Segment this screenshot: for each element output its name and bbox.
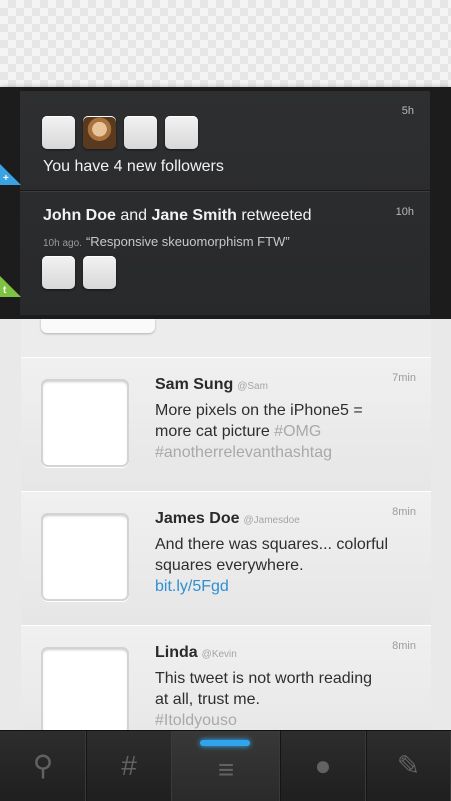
hashtag-link[interactable]: #anotherrelevanthashtag (155, 442, 415, 463)
follower-avatar[interactable] (165, 116, 198, 149)
notifications-list: 5h You have 4 new followers 10h John Doe… (20, 91, 430, 315)
tweet-body: More pixels on the iPhone5 = more cat pi… (155, 400, 415, 463)
tweet-avatar[interactable] (41, 379, 129, 467)
follower-avatar[interactable] (124, 116, 157, 149)
tweet-author[interactable]: James Doe @Jamesdoe (155, 510, 300, 528)
tweet-time: 8min (392, 506, 416, 518)
tweet-time: 8min (392, 640, 416, 652)
tab-profile[interactable]: ● (280, 731, 367, 801)
quote-meta: 10h ago. (43, 238, 82, 249)
tab-search[interactable]: ⚲ (0, 731, 87, 801)
tweet-handle[interactable]: @Kevin (202, 649, 237, 660)
notification-retweet[interactable]: 10h John Doe and Jane Smith retweeted 10… (20, 191, 430, 316)
tweet-author[interactable]: Linda @Kevin (155, 644, 237, 662)
profile-icon: ● (314, 750, 332, 781)
follower-avatar-photo[interactable] (83, 116, 116, 149)
retweeter-avatar[interactable] (42, 256, 75, 289)
conjunction: and (120, 207, 148, 224)
tweet-line: More pixels on the iPhone5 = (155, 402, 363, 419)
follow-corner-badge: + (0, 164, 21, 185)
tab-discover[interactable]: # (86, 731, 173, 801)
tab-bar: ⚲ # ≡ ● ✎ (0, 730, 451, 801)
tweet-author[interactable]: Sam Sung @Sam (155, 376, 268, 394)
notifications-panel: 5h You have 4 new followers 10h John Doe… (0, 87, 451, 319)
notification-text: John Doe and Jane Smith retweeted (43, 207, 312, 225)
tweet-avatar[interactable] (41, 513, 129, 601)
search-icon: ⚲ (32, 750, 54, 781)
quote-text: “Responsive skeuomorphism FTW” (85, 234, 290, 249)
tweet-handle[interactable]: @Sam (237, 381, 268, 392)
follower-avatar[interactable] (42, 116, 75, 149)
notification-time: 5h (401, 105, 414, 117)
tweet-line: more cat picture #OMG (155, 423, 322, 440)
tweet-avatar[interactable] (41, 647, 129, 730)
tweet-body: This tweet is not worth reading at all, … (155, 668, 415, 730)
compose-icon: ✎ (396, 750, 421, 781)
tweet-item[interactable]: James Doe @Jamesdoe 8min And there was sq… (21, 491, 431, 626)
pull-handle[interactable] (41, 319, 155, 333)
timeline[interactable]: Sam Sung @Sam 7min More pixels on the iPh… (21, 319, 431, 730)
tab-timeline[interactable]: ≡ (172, 731, 281, 801)
tweet-line: squares everywhere. (155, 557, 304, 574)
notification-text: You have 4 new followers (43, 158, 224, 175)
tweet-item[interactable]: Linda @Kevin 8min This tweet is not worth… (21, 625, 431, 730)
notification-time: 10h (395, 206, 414, 218)
tab-compose[interactable]: ✎ (366, 731, 451, 801)
tweet-link[interactable]: bit.ly/5Fgd (155, 576, 415, 597)
timeline-icon: ≡ (217, 754, 235, 785)
active-tab-indicator (200, 740, 250, 746)
tweet-line: And there was squares... colorful (155, 536, 389, 553)
retweet-icon: t (3, 285, 7, 296)
tweet-item[interactable]: Sam Sung @Sam 7min More pixels on the iPh… (21, 357, 431, 492)
hashtag-link[interactable]: #Itoldyouso (155, 710, 415, 730)
retweeter-avatar[interactable] (83, 256, 116, 289)
retweet-corner-badge: t (0, 276, 21, 297)
tweet-body: And there was squares... colorful square… (155, 534, 415, 597)
hashtag-link[interactable]: #OMG (274, 423, 321, 440)
actor-name[interactable]: John Doe (43, 207, 116, 224)
action-text: retweeted (241, 207, 312, 224)
tweet-line: This tweet is not worth reading (155, 670, 372, 687)
tweet-line: at all, trust me. (155, 691, 260, 708)
notification-new-followers[interactable]: 5h You have 4 new followers (20, 91, 430, 191)
tweet-handle[interactable]: @Jamesdoe (244, 515, 300, 526)
plus-icon: + (3, 173, 9, 184)
retweeted-quote: 10h ago. “Responsive skeuomorphism FTW” (43, 234, 290, 249)
actor-name[interactable]: Jane Smith (152, 207, 237, 224)
tweet-time: 7min (392, 372, 416, 384)
hashtag-icon: # (121, 750, 137, 781)
